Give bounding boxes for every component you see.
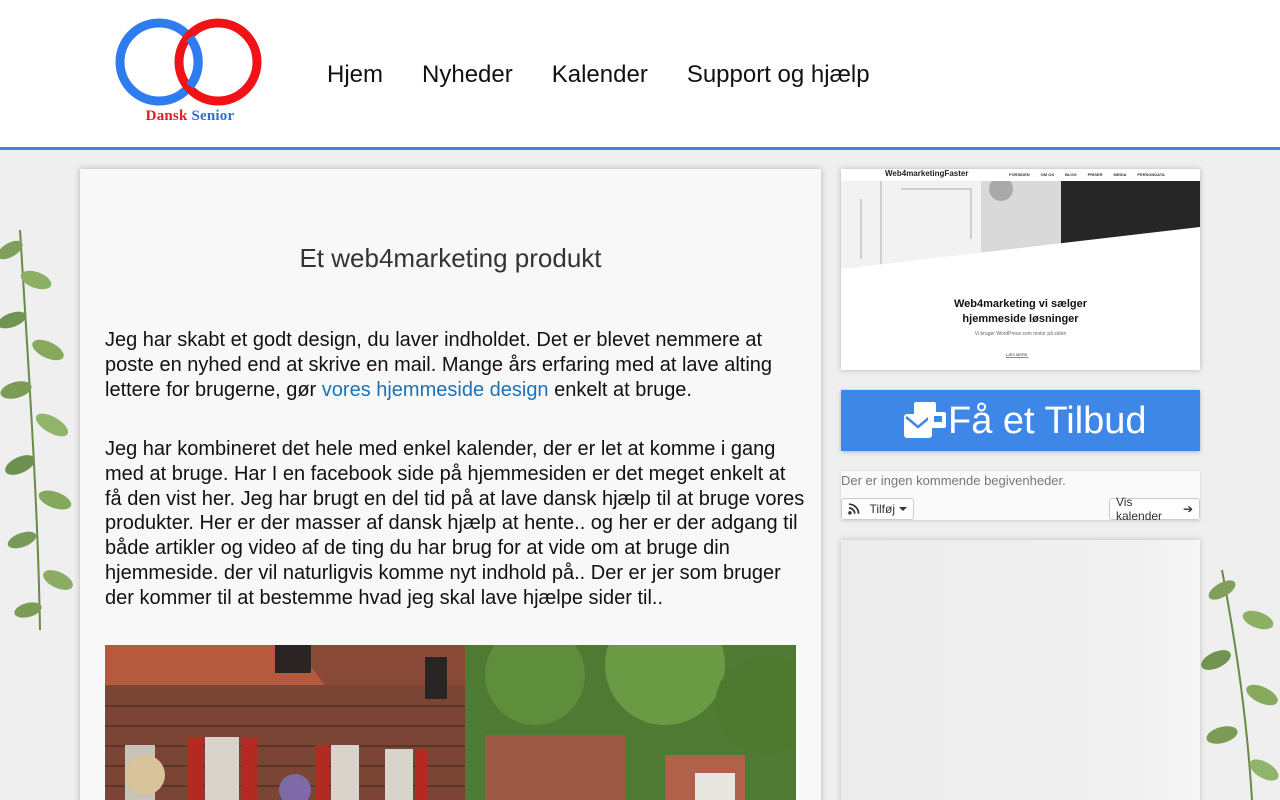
events-widget: Der er ingen kommende begivenheder. Tilf…: [841, 471, 1200, 523]
preview-brand: Web4marketingFaster: [885, 169, 969, 178]
nav-item-nyheder[interactable]: Nyheder: [422, 60, 513, 90]
mail-bulk-icon: [904, 402, 946, 438]
rss-icon: [848, 503, 860, 515]
main-nav: Hjem Nyheder Kalender Support og hjælp: [327, 60, 909, 90]
preview-menu: FORSIDEN OM OS BLOG PRISER MEDIA PERSOND…: [1009, 172, 1176, 177]
main-content-panel: Et web4marketing produkt Jeg har skabt e…: [80, 169, 821, 800]
preview-menu-item: FORSIDEN: [1009, 172, 1030, 177]
body-paragraph: Jeg har kombineret det hele med enkel ka…: [105, 438, 805, 609]
logo-text: Dansk Senior: [112, 108, 268, 125]
website-preview-image[interactable]: Web4marketingFaster FORSIDEN OM OS BLOG …: [841, 169, 1200, 370]
plant-decoration-left: [0, 229, 73, 630]
preview-subtext: Vi bruger WordPress som motor på siden: [974, 331, 1067, 337]
logo-word-senior: Senior: [191, 108, 235, 124]
preview-menu-item: BLOG: [1065, 172, 1077, 177]
preview-heading: Web4marketing vi sælger hjemmeside løsni…: [841, 297, 1200, 327]
cta-label: Få et Tilbud: [948, 400, 1147, 442]
nav-item-hjem[interactable]: Hjem: [327, 60, 383, 90]
get-quote-button[interactable]: Få et Tilbud: [841, 390, 1200, 451]
nav-item-support[interactable]: Support og hjælp: [687, 60, 870, 90]
preview-menu-item: PERSONDATA: [1137, 172, 1165, 177]
houses-photo: [105, 645, 796, 800]
preview-hero-graphic: [841, 169, 1200, 370]
no-events-message: Der er ingen kommende begivenheder.: [841, 473, 1066, 488]
cta-content: Få et Tilbud: [904, 400, 1147, 442]
preview-menu-item: MEDIA: [1113, 172, 1127, 177]
add-calendar-dropdown[interactable]: Tilføj: [841, 498, 914, 520]
view-calendar-button[interactable]: Vis kalender ➔: [1109, 495, 1200, 523]
intro-text-end: enkelt at bruge.: [548, 378, 692, 401]
preview-read-more: LÆS MERE: [1006, 352, 1028, 358]
chevron-down-icon: [899, 507, 907, 511]
preview-menu-item: PRISER: [1087, 172, 1103, 177]
design-link[interactable]: vores hjemmeside design: [322, 379, 549, 401]
sidebar-widget-box: [841, 540, 1200, 800]
site-logo[interactable]: Dansk Senior: [112, 16, 268, 132]
nav-item-kalender[interactable]: Kalender: [552, 60, 648, 90]
page-title: Et web4marketing produkt: [299, 243, 602, 273]
plant-decoration-right: [1201, 569, 1279, 800]
brick-houses-image: [105, 645, 796, 800]
arrow-right-icon: ➔: [1182, 502, 1193, 516]
rings-logo-icon: [115, 18, 262, 106]
add-label: Tilføj: [869, 502, 895, 516]
intro-paragraph: Jeg har skabt et godt design, du laver i…: [105, 328, 805, 402]
view-calendar-label: Vis kalender: [1116, 495, 1163, 523]
preview-heading-line1: Web4marketing vi sælger: [953, 298, 1088, 310]
preview-heading-line2: hjemmeside løsninger: [962, 313, 1079, 325]
logo-word-dansk: Dansk: [145, 108, 188, 124]
preview-menu-item: OM OS: [1040, 172, 1055, 177]
site-header: Dansk Senior Hjem Nyheder Kalender Suppo…: [0, 0, 1280, 150]
